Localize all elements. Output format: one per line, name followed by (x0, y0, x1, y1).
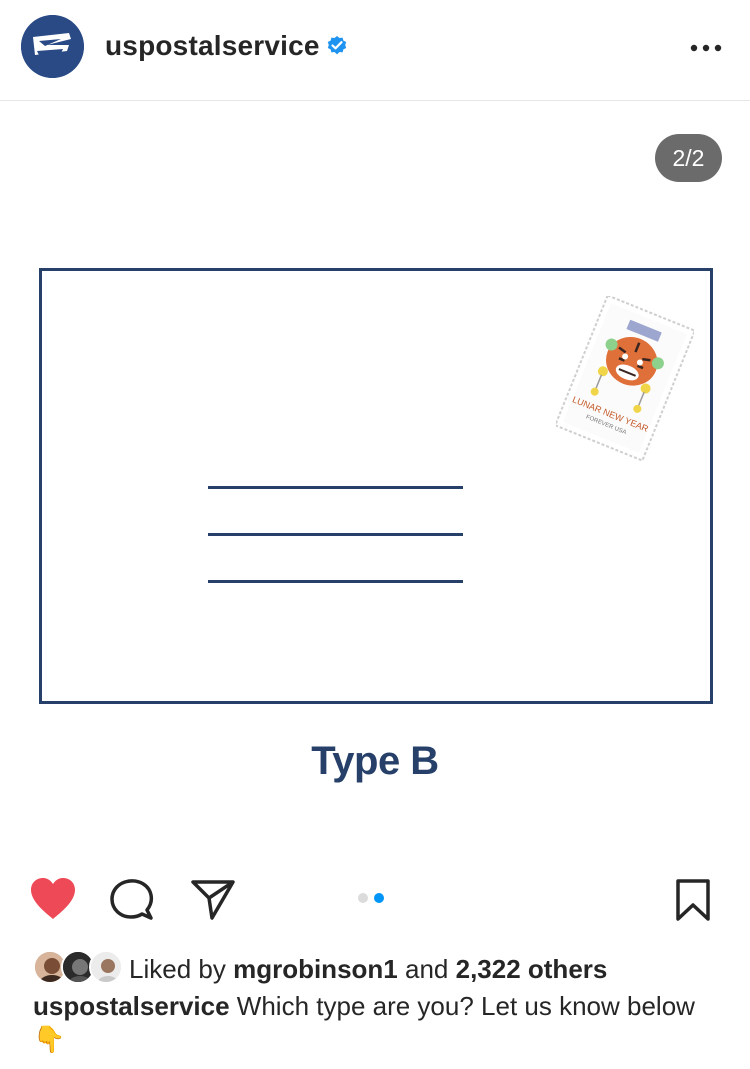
caption-text: Which type are you? Let us know below (236, 991, 695, 1021)
carousel-counter: 2/2 (655, 134, 722, 182)
post-author-username[interactable]: uspostalservice (105, 30, 320, 62)
address-line (208, 580, 463, 583)
likes-summary[interactable]: Liked by mgrobinson1 and 2,322 others (33, 946, 733, 988)
pointing-down-emoji: 👇 (33, 1024, 66, 1054)
post-action-bar (0, 860, 750, 940)
post-image[interactable]: 2/2 LUNAR NEW YEAR FOREVER USA Type B (0, 101, 750, 846)
verified-badge-icon (327, 36, 347, 55)
usps-logo-avatar[interactable] (21, 15, 84, 78)
heart-filled-icon[interactable] (28, 876, 78, 922)
address-line (208, 486, 463, 489)
carousel-indicator (358, 890, 390, 908)
more-options-icon[interactable] (686, 38, 726, 58)
post-header: uspostalservice (0, 0, 750, 101)
caption-username[interactable]: uspostalservice (33, 991, 230, 1021)
carousel-dot-active (374, 893, 384, 903)
comment-icon[interactable] (109, 878, 155, 922)
bookmark-icon[interactable] (674, 878, 712, 922)
likes-prefix: Liked by (129, 954, 226, 984)
liker-avatar (89, 950, 123, 984)
eagle-logo-icon (21, 15, 84, 78)
type-label: Type B (311, 739, 439, 783)
likes-and: and (404, 954, 449, 984)
send-icon[interactable] (190, 878, 236, 922)
liker-username[interactable]: mgrobinson1 (233, 954, 398, 984)
likes-text: Liked by mgrobinson1 and 2,322 others (129, 954, 607, 985)
carousel-dot (358, 893, 368, 903)
lunar-new-year-stamp: LUNAR NEW YEAR FOREVER USA (556, 296, 694, 461)
address-line (208, 533, 463, 536)
likes-count[interactable]: 2,322 others (456, 954, 608, 984)
post-caption: uspostalservice Which type are you? Let … (33, 990, 723, 1056)
